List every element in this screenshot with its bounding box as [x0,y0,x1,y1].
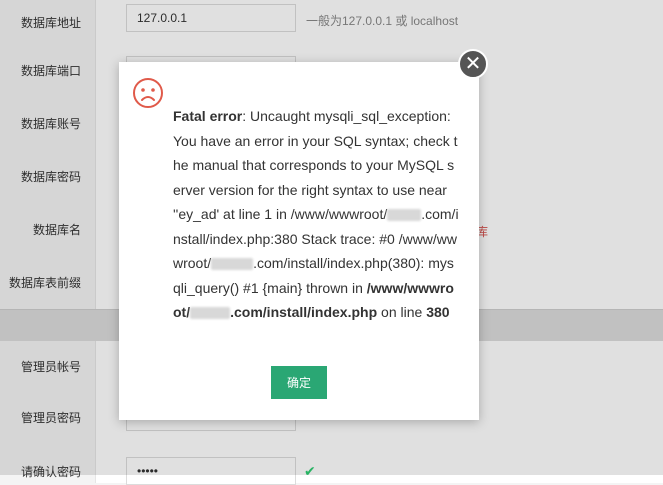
error-line-text: on line [377,304,427,320]
redacted-domain [387,209,422,222]
redacted-domain [190,307,231,320]
error-line-number: 380 [426,304,450,320]
sad-face-icon [133,78,163,108]
redacted-domain [211,258,254,271]
error-title: Fatal error [173,108,243,124]
close-icon[interactable]: ✕ [458,49,488,79]
error-message: Fatal error: Uncaught mysqli_sql_excepti… [173,104,459,325]
error-path-2: .com/install/index.php [230,304,378,320]
confirm-button[interactable]: 确定 [271,366,327,399]
error-text-1: : Uncaught mysqli_sql_exception: You hav… [173,108,458,222]
error-dialog: Fatal error: Uncaught mysqli_sql_excepti… [119,62,479,420]
